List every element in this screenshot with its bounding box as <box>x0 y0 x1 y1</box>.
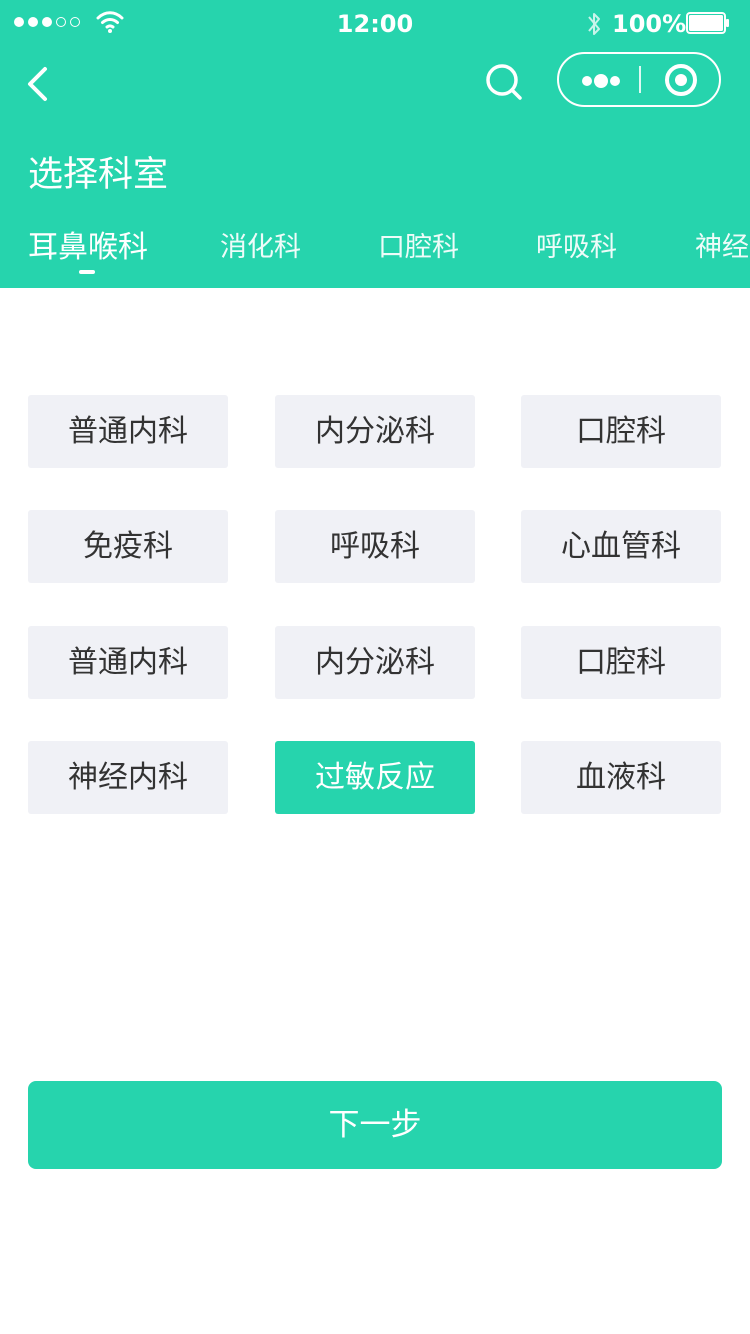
dept-option-general-internal[interactable]: 普通内科 <box>28 395 228 468</box>
department-tabs: 耳鼻喉科 消化科 口腔科 呼吸科 神经内科 <box>0 218 750 288</box>
mini-program-capsule <box>557 52 721 107</box>
bluetooth-icon <box>588 13 600 35</box>
page-title: 选择科室 <box>28 155 169 195</box>
battery-percentage: 100% <box>612 10 687 38</box>
back-button[interactable] <box>18 56 66 112</box>
dept-option-hematology[interactable]: 血液科 <box>521 741 721 814</box>
dept-option-immunology[interactable]: 免疫科 <box>28 510 228 583</box>
tab-digestive[interactable]: 消化科 <box>220 218 301 278</box>
chevron-left-icon <box>28 67 47 101</box>
dept-option-oral-2[interactable]: 口腔科 <box>521 626 721 699</box>
search-icon <box>486 64 522 100</box>
tab-ent[interactable]: 耳鼻喉科 <box>28 218 148 278</box>
tab-oral[interactable]: 口腔科 <box>378 218 459 278</box>
tab-respiratory[interactable]: 呼吸科 <box>536 218 617 278</box>
next-step-button[interactable]: 下一步 <box>28 1081 722 1169</box>
dept-option-endocrinology-2[interactable]: 内分泌科 <box>275 626 475 699</box>
dept-option-oral[interactable]: 口腔科 <box>521 395 721 468</box>
dept-option-allergy[interactable]: 过敏反应 <box>275 741 475 814</box>
more-dots-icon <box>582 74 620 88</box>
dept-option-general-internal-2[interactable]: 普通内科 <box>28 626 228 699</box>
more-button[interactable] <box>567 60 635 100</box>
department-grid: 普通内科 内分泌科 口腔科 免疫科 呼吸科 心血管科 普通内科 内分泌科 口腔科… <box>28 395 721 815</box>
dept-option-respiratory[interactable]: 呼吸科 <box>275 510 475 583</box>
close-button[interactable] <box>653 59 709 101</box>
status-bar: 12:00 100% <box>0 0 750 48</box>
target-circle-icon <box>665 64 697 96</box>
search-button[interactable] <box>480 56 528 108</box>
battery-fill <box>689 15 723 31</box>
dept-option-cardiology[interactable]: 心血管科 <box>521 510 721 583</box>
dept-option-neurology[interactable]: 神经内科 <box>28 741 228 814</box>
capsule-divider <box>639 66 641 93</box>
app-header: 12:00 100% 选择科室 耳鼻喉科 消化科 口腔科 呼吸科 神经 <box>0 0 750 288</box>
tab-neurology[interactable]: 神经内科 <box>695 218 750 278</box>
active-tab-indicator <box>79 270 95 274</box>
dept-option-endocrinology[interactable]: 内分泌科 <box>275 395 475 468</box>
battery-icon <box>686 12 729 34</box>
